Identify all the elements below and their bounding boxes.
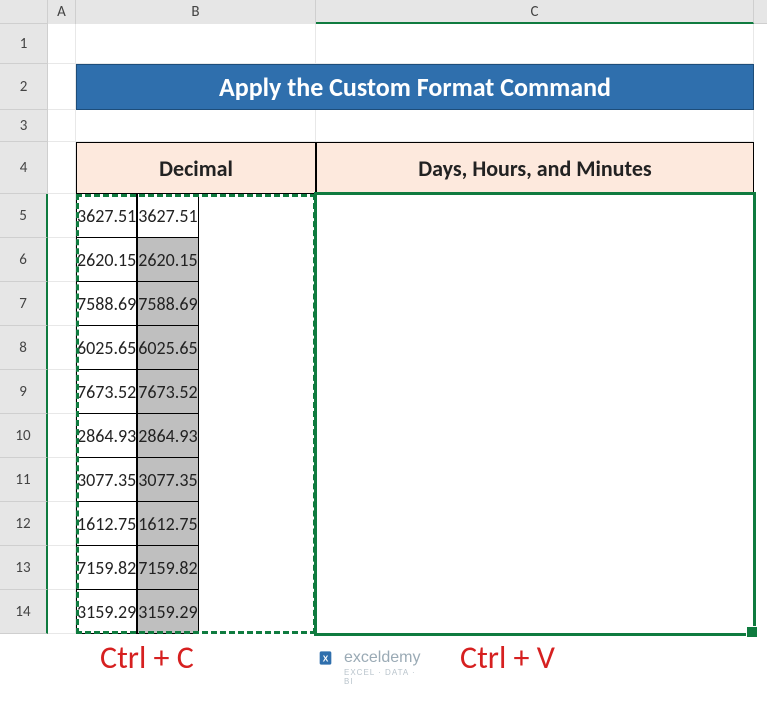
cell-a10[interactable] — [48, 414, 76, 458]
cell-c3[interactable] — [316, 110, 754, 142]
cell-a6[interactable] — [48, 238, 76, 282]
col-header-c[interactable]: C — [316, 0, 754, 24]
row-4: 4 Decimal Days, Hours, and Minutes — [0, 142, 767, 194]
annotation-paste: Ctrl + V — [460, 638, 555, 677]
cell-c12[interactable]: 1612.75 — [137, 502, 198, 546]
cell-c7[interactable]: 7588.69 — [137, 282, 198, 326]
cell-b13[interactable]: 7159.82 — [76, 546, 137, 590]
cell-a12[interactable] — [48, 502, 76, 546]
cell-b10[interactable]: 2864.93 — [76, 414, 137, 458]
row-header-1[interactable]: 1 — [0, 24, 48, 64]
cell-a7[interactable] — [48, 282, 76, 326]
cell-c13[interactable]: 7159.82 — [137, 546, 198, 590]
cell-c1[interactable] — [316, 24, 754, 64]
select-all-corner[interactable] — [0, 0, 48, 24]
cell-b11[interactable]: 3077.35 — [76, 458, 137, 502]
row-1: 1 — [0, 24, 767, 64]
watermark-text: exceldemy — [344, 649, 420, 667]
excel-icon: X — [318, 648, 338, 668]
cell-a9[interactable] — [48, 370, 76, 414]
cell-a4[interactable] — [48, 142, 76, 194]
cell-a11[interactable] — [48, 458, 76, 502]
cell-a13[interactable] — [48, 546, 76, 590]
header-decimal[interactable]: Decimal — [76, 142, 316, 194]
row-header-14[interactable]: 14 — [0, 590, 48, 634]
row-11: 11 3077.35 3077.35 — [0, 458, 767, 502]
row-6: 6 2620.15 2620.15 — [0, 238, 767, 282]
cell-b1[interactable] — [76, 24, 316, 64]
cell-c5[interactable]: 3627.51 — [137, 194, 198, 238]
cell-b8[interactable]: 6025.65 — [76, 326, 137, 370]
cell-c9[interactable]: 7673.52 — [137, 370, 198, 414]
row-8: 8 6025.65 6025.65 — [0, 326, 767, 370]
row-header-4[interactable]: 4 — [0, 142, 48, 194]
cell-c11[interactable]: 3077.35 — [137, 458, 198, 502]
row-header-5[interactable]: 5 — [0, 194, 48, 238]
row-header-11[interactable]: 11 — [0, 458, 48, 502]
row-header-7[interactable]: 7 — [0, 282, 48, 326]
cell-c6[interactable]: 2620.15 — [137, 238, 198, 282]
row-12: 12 1612.75 1612.75 — [0, 502, 767, 546]
cell-a2[interactable] — [48, 64, 76, 110]
svg-text:X: X — [323, 653, 329, 663]
cell-a14[interactable] — [48, 590, 76, 634]
row-header-8[interactable]: 8 — [0, 326, 48, 370]
cell-b7[interactable]: 7588.69 — [76, 282, 137, 326]
cell-b6[interactable]: 2620.15 — [76, 238, 137, 282]
row-9: 9 7673.52 7673.52 — [0, 370, 767, 414]
row-header-6[interactable]: 6 — [0, 238, 48, 282]
cell-b12[interactable]: 1612.75 — [76, 502, 137, 546]
column-headers: A B C — [0, 0, 767, 24]
cell-b14[interactable]: 3159.29 — [76, 590, 137, 634]
cell-a8[interactable] — [48, 326, 76, 370]
row-header-10[interactable]: 10 — [0, 414, 48, 458]
col-header-a[interactable]: A — [48, 0, 76, 24]
cell-c10[interactable]: 2864.93 — [137, 414, 198, 458]
cell-b9[interactable]: 7673.52 — [76, 370, 137, 414]
row-header-9[interactable]: 9 — [0, 370, 48, 414]
title-cell[interactable]: Apply the Custom Format Command — [76, 64, 754, 110]
cell-c14[interactable]: 3159.29 — [137, 590, 198, 634]
row-7: 7 7588.69 7588.69 — [0, 282, 767, 326]
cell-c8[interactable]: 6025.65 — [137, 326, 198, 370]
row-header-13[interactable]: 13 — [0, 546, 48, 590]
row-header-12[interactable]: 12 — [0, 502, 48, 546]
row-2: 2 Apply the Custom Format Command — [0, 64, 767, 110]
row-5: 5 3627.51 3627.51 — [0, 194, 767, 238]
cell-b3[interactable] — [76, 110, 316, 142]
row-14: 14 3159.29 3159.29 — [0, 590, 767, 634]
row-3: 3 — [0, 110, 767, 142]
col-header-b[interactable]: B — [76, 0, 316, 24]
watermark: X exceldemy EXCEL · DATA · BI — [318, 648, 420, 668]
row-13: 13 7159.82 7159.82 — [0, 546, 767, 590]
watermark-sub: EXCEL · DATA · BI — [344, 668, 420, 686]
header-dhm[interactable]: Days, Hours, and Minutes — [316, 142, 754, 194]
row-10: 10 2864.93 2864.93 — [0, 414, 767, 458]
row-header-2[interactable]: 2 — [0, 64, 48, 110]
cell-a3[interactable] — [48, 110, 76, 142]
cell-a1[interactable] — [48, 24, 76, 64]
spreadsheet-grid: A B C 1 2 Apply the Custom Format Comman… — [0, 0, 767, 708]
annotation-copy: Ctrl + C — [100, 638, 194, 677]
cell-b5[interactable]: 3627.51 — [76, 194, 137, 238]
cell-a5[interactable] — [48, 194, 76, 238]
row-header-3[interactable]: 3 — [0, 110, 48, 142]
